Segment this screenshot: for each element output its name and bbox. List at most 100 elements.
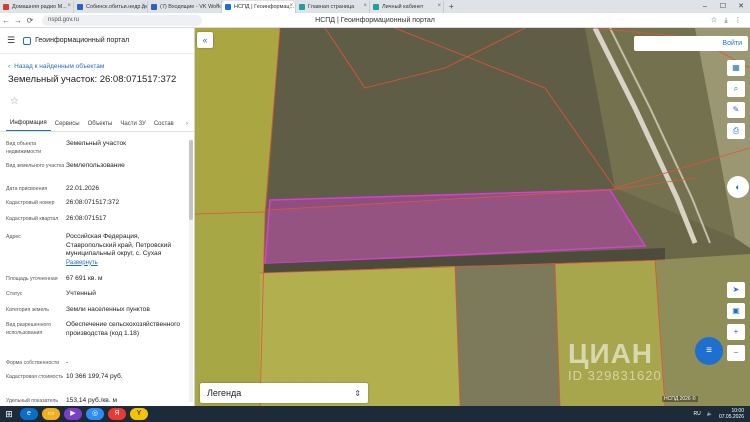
tab-label: Личный кабинет [382,4,424,10]
attribute-label: Адрес [6,234,21,240]
zoom-in-icon[interactable]: + [727,324,745,340]
map-view[interactable] [195,28,750,406]
panel-tab[interactable]: Информация [6,120,51,131]
satellite-map [195,28,750,406]
attribute-label: Статус [6,291,23,297]
search-layers-icon[interactable]: ⌕ [727,81,745,97]
attribute-value: Обеспечение сельскохозяйственного произв… [66,321,180,337]
yandex-browser-icon[interactable]: Я [108,408,126,420]
minimize-icon[interactable]: – [696,0,714,13]
attribute-row: Кадастровая стоимость 10 366 199,74 руб. [6,373,188,382]
attribute-value: Российская Федерация, Ставропольский кра… [66,233,172,257]
attribute-value: 22.01.2026 [66,185,100,192]
tab-close-icon[interactable]: × [215,3,219,9]
clock[interactable]: 10:00 07.05.2026 [719,408,744,420]
back-icon[interactable]: ← [0,16,12,25]
menu-icon[interactable]: ⋮ [732,13,744,28]
window-controls: – ☐ ✕ [696,0,750,13]
print-icon[interactable]: ⎙ [727,123,745,139]
back-link-label: Назад к найденным объектам [14,62,105,70]
tab-favicon [151,4,157,10]
attribute-value-cell: 10 366 199,74 руб. [66,373,188,382]
panel-scrollbar[interactable] [189,140,193,402]
browser-tab[interactable]: Домашняя радио М... × [0,1,74,13]
tab-close-icon[interactable]: × [289,3,293,9]
legend-label: Легенда [207,388,242,398]
assistant-icon[interactable]: ◐ [727,176,749,198]
browser-tab[interactable]: (7) Входящие - VK WorkS...× [148,1,222,13]
close-window-icon[interactable]: ✕ [732,0,750,13]
windows-start-icon[interactable]: ⊞ [0,409,18,420]
attribute-value-cell: Землепользование [66,162,188,171]
browser-tab[interactable]: Собинск.обитьи.недр.дея...× [74,1,148,13]
layers-icon[interactable]: ▦ [727,60,745,76]
attribute-row: Вид земельного участка Землепользование [6,162,188,171]
object-title: Земельный участок: 26:08:071517:372 [8,74,177,85]
chevron-updown-icon: ⇕ [354,388,361,398]
tab-close-icon[interactable]: × [437,3,441,9]
url-field[interactable]: nspd.gov.ru [42,14,202,26]
ruler-icon[interactable]: ✎ [727,102,745,118]
expand-address-link[interactable]: Развернуть [66,260,98,266]
attribute-row: Форма собственности - [6,359,188,368]
attribute-row: Вид разрешенного использования Обеспечени… [6,321,188,338]
browser-tab[interactable]: НСПД | Геоинформац... × [222,1,296,13]
tab-close-icon[interactable]: × [67,3,71,9]
browser-tab-bar: Домашняя радио М... × Собинск.обитьи.недр.… [0,0,750,13]
attribute-value-cell: 26:08:071517:372 [66,199,188,208]
volume-icon[interactable]: 🔈 [707,411,713,417]
media-icon[interactable]: ▶ [64,408,82,420]
legend-dropdown[interactable]: Легенда ⇕ [200,383,368,403]
chat-bubble-icon[interactable]: ≡ [695,337,723,365]
attribute-value-cell: 26:08:071517 [66,215,188,224]
watermark-logo: ЦИАН [568,338,654,369]
attribute-row: Кадастровый номер 26:08:071517:372 [6,199,188,208]
panel-tab[interactable]: Сервисы [51,121,84,131]
download-icon[interactable]: ⤓ [720,13,732,28]
app-icon[interactable]: ◎ [86,408,104,420]
forward-icon[interactable]: → [12,16,24,25]
geolocation-icon[interactable]: ➤ [727,282,745,298]
lang-indicator[interactable]: RU [694,411,701,417]
new-tab-icon[interactable]: + [444,1,459,13]
attribute-value-cell: - [66,359,188,368]
back-to-results-link[interactable]: ‹ Назад к найденным объектам [0,54,194,72]
favorite-star-icon[interactable]: ☆ [0,88,194,116]
maximize-icon[interactable]: ☐ [714,0,732,13]
attribute-value: 153,14 руб./кв. м [66,397,117,404]
browser-tab[interactable]: Личный кабинет × [370,1,444,13]
chevron-left-icon: ‹ [8,62,11,70]
ie-icon[interactable]: e [20,408,38,420]
basemap-icon[interactable]: ▣ [727,303,745,319]
attribute-value: - [66,359,69,366]
tabs-scroll-right-icon[interactable]: › [186,121,188,131]
map-toolbar-bottom: ➤ ▣ + − [727,282,745,361]
collapse-panel-button[interactable]: « [197,32,213,48]
panel-header: ☰ Геоинформационный портал [0,28,194,54]
hamburger-icon[interactable]: ☰ [7,35,15,46]
tab-label: Собинск.обитьи.недр.дея... [86,4,148,10]
tab-close-icon[interactable]: × [141,3,145,9]
panel-tab[interactable]: Объекты [84,121,117,131]
zoom-out-icon[interactable]: − [727,345,745,361]
portal-name: Геоинформационный портал [35,37,130,44]
attribute-label: Дата присвоения [6,186,48,192]
yandex-icon[interactable]: Y [130,408,148,420]
map-toolbar-top: ▦ ⌕ ✎ ⎙ [727,60,745,139]
explorer-icon[interactable]: ▭ [42,408,60,420]
browser-tab[interactable]: Главная страница × [296,1,370,13]
attribute-value: Земельный участок [66,140,127,147]
info-tabs: Информация Сервисы Объекты Части ЗУ Состав › [0,116,194,132]
attribute-value: Земли населенных пунктов [66,306,150,313]
attribute-value-cell: 67 691 кв. м [66,275,188,284]
attribute-value-cell: Земли населенных пунктов [66,306,188,315]
tab-close-icon[interactable]: × [363,3,367,9]
reload-icon[interactable]: ⟳ [24,16,36,25]
bookmark-icon[interactable]: ☆ [708,13,720,28]
map-attribution: НСПД 2026 © [662,396,698,402]
attribute-value: 26:08:071517:372 [66,199,120,206]
panel-tab[interactable]: Состав [150,121,178,131]
scrollbar-thumb[interactable] [189,140,193,220]
login-button[interactable]: Войти [634,36,748,51]
panel-tab[interactable]: Части ЗУ [116,121,149,131]
